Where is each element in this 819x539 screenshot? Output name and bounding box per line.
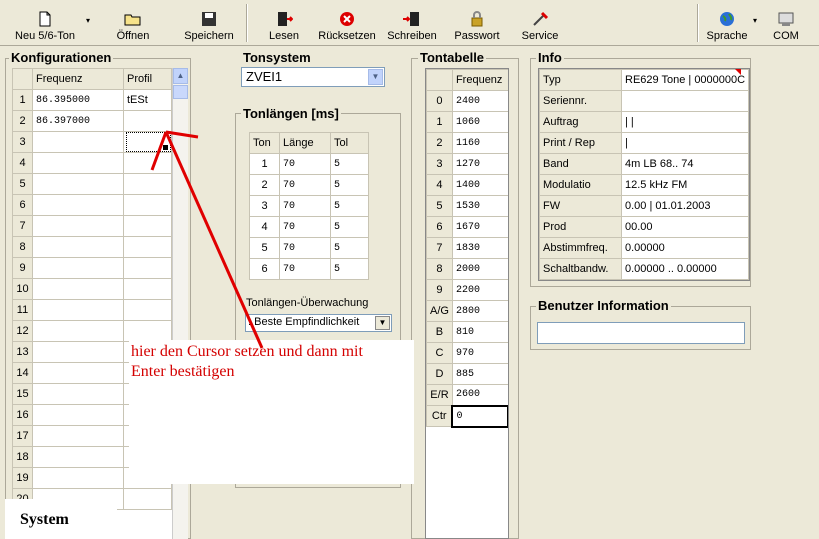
system-label: System (5, 499, 117, 539)
annotation-arrow (150, 130, 264, 349)
red-arrow-icon (150, 130, 264, 349)
